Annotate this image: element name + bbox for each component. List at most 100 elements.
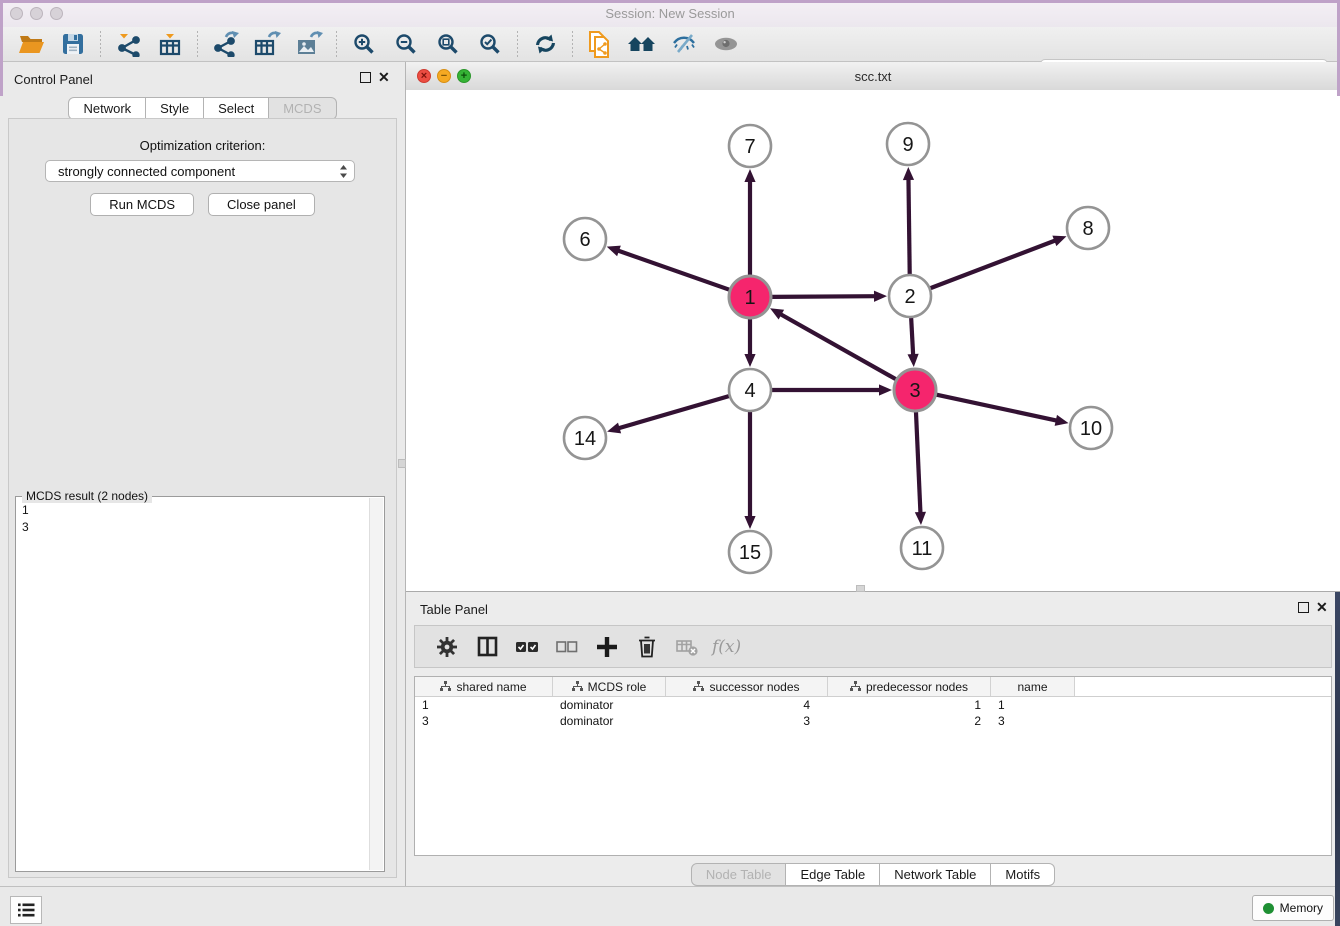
select-all-columns-icon[interactable]	[512, 633, 542, 661]
graph-node-1[interactable]: 1	[729, 276, 771, 318]
svg-text:6: 6	[579, 229, 590, 251]
network-canvas[interactable]: 7 9 6 8 1 2 4 3 14 10 15 11	[406, 90, 1340, 591]
zoom-out-icon[interactable]	[391, 30, 421, 58]
graph-edge-arrowhead	[744, 354, 755, 367]
memory-button[interactable]: Memory	[1252, 895, 1334, 921]
table-cell[interactable]: 4	[666, 698, 828, 712]
zoom-fit-icon[interactable]	[433, 30, 463, 58]
graph-node-4[interactable]: 4	[729, 369, 771, 411]
zoom-selected-icon[interactable]	[475, 30, 505, 58]
table-cell[interactable]: dominator	[553, 714, 666, 728]
add-column-icon[interactable]	[592, 633, 622, 661]
tab-select[interactable]: Select	[204, 97, 269, 120]
tab-style[interactable]: Style	[146, 97, 204, 120]
graph-edge-2-9[interactable]	[908, 178, 909, 274]
home-layout-icon[interactable]	[627, 30, 657, 58]
network-window-titlebar[interactable]: × − + scc.txt	[406, 62, 1340, 91]
table-cell[interactable]: 1	[991, 698, 1075, 712]
graph-edge-2-3[interactable]	[911, 318, 913, 356]
column-type-icon	[572, 681, 583, 692]
result-scrollbar[interactable]	[369, 498, 383, 870]
float-panel-icon[interactable]	[360, 72, 371, 83]
svg-text:15: 15	[739, 542, 761, 564]
column-header-name[interactable]: name	[991, 677, 1075, 696]
graph-node-2[interactable]: 2	[889, 275, 931, 317]
task-history-button[interactable]	[10, 896, 42, 924]
graph-node-11[interactable]: 11	[901, 527, 943, 569]
window-frame	[0, 0, 3, 96]
tab-motifs[interactable]: Motifs	[991, 863, 1055, 886]
gear-icon[interactable]	[432, 633, 462, 661]
column-header-shared-name[interactable]: shared name	[415, 677, 553, 696]
table-row[interactable]: 3dominator323	[415, 713, 1331, 729]
mcds-tab-content: Optimization criterion: strongly connect…	[8, 118, 397, 878]
export-table-icon[interactable]	[252, 30, 282, 58]
table-cell[interactable]: dominator	[553, 698, 666, 712]
column-header-successor-nodes[interactable]: successor nodes	[666, 677, 828, 696]
graph-node-3[interactable]: 3	[894, 369, 936, 411]
tab-mcds[interactable]: MCDS	[269, 97, 336, 120]
delete-table-icon[interactable]	[672, 633, 702, 661]
import-table-icon[interactable]	[155, 30, 185, 58]
graph-node-10[interactable]: 10	[1070, 407, 1112, 449]
criterion-dropdown[interactable]: strongly connected component	[45, 160, 355, 182]
graph-node-7[interactable]: 7	[729, 125, 771, 167]
table-cell[interactable]: 3	[666, 714, 828, 728]
float-table-panel-icon[interactable]	[1298, 602, 1309, 613]
deselect-all-columns-icon[interactable]	[552, 633, 582, 661]
column-view-icon[interactable]	[472, 633, 502, 661]
memory-label: Memory	[1280, 901, 1323, 915]
tab-network[interactable]: Network	[68, 97, 146, 120]
graph-edge-arrowhead	[874, 291, 887, 302]
graph-edge-2-8[interactable]	[931, 240, 1057, 288]
horizontal-splitter-handle[interactable]	[398, 459, 406, 468]
graph-node-6[interactable]: 6	[564, 218, 606, 260]
table-cell[interactable]: 1	[828, 698, 991, 712]
run-mcds-button[interactable]: Run MCDS	[90, 193, 194, 216]
close-panel-icon[interactable]: ✕	[378, 72, 389, 83]
tab-network-table[interactable]: Network Table	[880, 863, 991, 886]
column-header-predecessor-nodes[interactable]: predecessor nodes	[828, 677, 991, 696]
node-table[interactable]: shared nameMCDS rolesuccessor nodesprede…	[414, 676, 1332, 856]
graph-edge-arrowhead	[879, 384, 892, 395]
export-network-icon[interactable]	[210, 30, 240, 58]
graph-edge-arrowhead	[744, 169, 755, 182]
import-network-icon[interactable]	[113, 30, 143, 58]
hide-unselected-eye-icon[interactable]	[669, 30, 699, 58]
save-session-icon[interactable]	[58, 30, 88, 58]
table-row[interactable]: 1dominator411	[415, 697, 1331, 713]
graph-edge-1-6[interactable]	[617, 250, 729, 289]
zoom-in-icon[interactable]	[349, 30, 379, 58]
table-panel-title: Table Panel	[420, 602, 488, 617]
show-all-eye-icon[interactable]	[711, 30, 741, 58]
export-image-icon[interactable]	[294, 30, 324, 58]
table-cell[interactable]: 3	[991, 714, 1075, 728]
tab-edge-table[interactable]: Edge Table	[786, 863, 880, 886]
graph-node-9[interactable]: 9	[887, 123, 929, 165]
graph-edge-3-1[interactable]	[780, 314, 896, 380]
graph-edge-4-14[interactable]	[618, 396, 729, 428]
column-header-MCDS-role[interactable]: MCDS role	[553, 677, 666, 696]
delete-column-trash-icon[interactable]	[632, 633, 662, 661]
svg-text:14: 14	[574, 428, 596, 450]
session-title: Session: New Session	[0, 6, 1340, 21]
function-builder-icon[interactable]: f(x)	[712, 633, 741, 661]
graph-edge-3-11[interactable]	[916, 412, 921, 514]
table-cell[interactable]: 2	[828, 714, 991, 728]
duplicate-network-icon[interactable]	[585, 30, 615, 58]
refresh-icon[interactable]	[530, 30, 560, 58]
close-panel-button[interactable]: Close panel	[208, 193, 315, 216]
graph-edge-1-2[interactable]	[772, 296, 876, 297]
mcds-result-box: MCDS result (2 nodes) 13	[15, 496, 385, 872]
column-type-icon	[440, 681, 451, 692]
table-cell[interactable]: 3	[415, 714, 553, 728]
graph-node-15[interactable]: 15	[729, 531, 771, 573]
vertical-splitter-handle[interactable]	[856, 585, 865, 592]
graph-node-8[interactable]: 8	[1067, 207, 1109, 249]
graph-edge-3-10[interactable]	[937, 395, 1058, 421]
tab-node-table[interactable]: Node Table	[691, 863, 787, 886]
table-cell[interactable]: 1	[415, 698, 553, 712]
graph-node-14[interactable]: 14	[564, 417, 606, 459]
close-table-panel-icon[interactable]: ✕	[1316, 602, 1327, 613]
open-file-icon[interactable]	[16, 30, 46, 58]
